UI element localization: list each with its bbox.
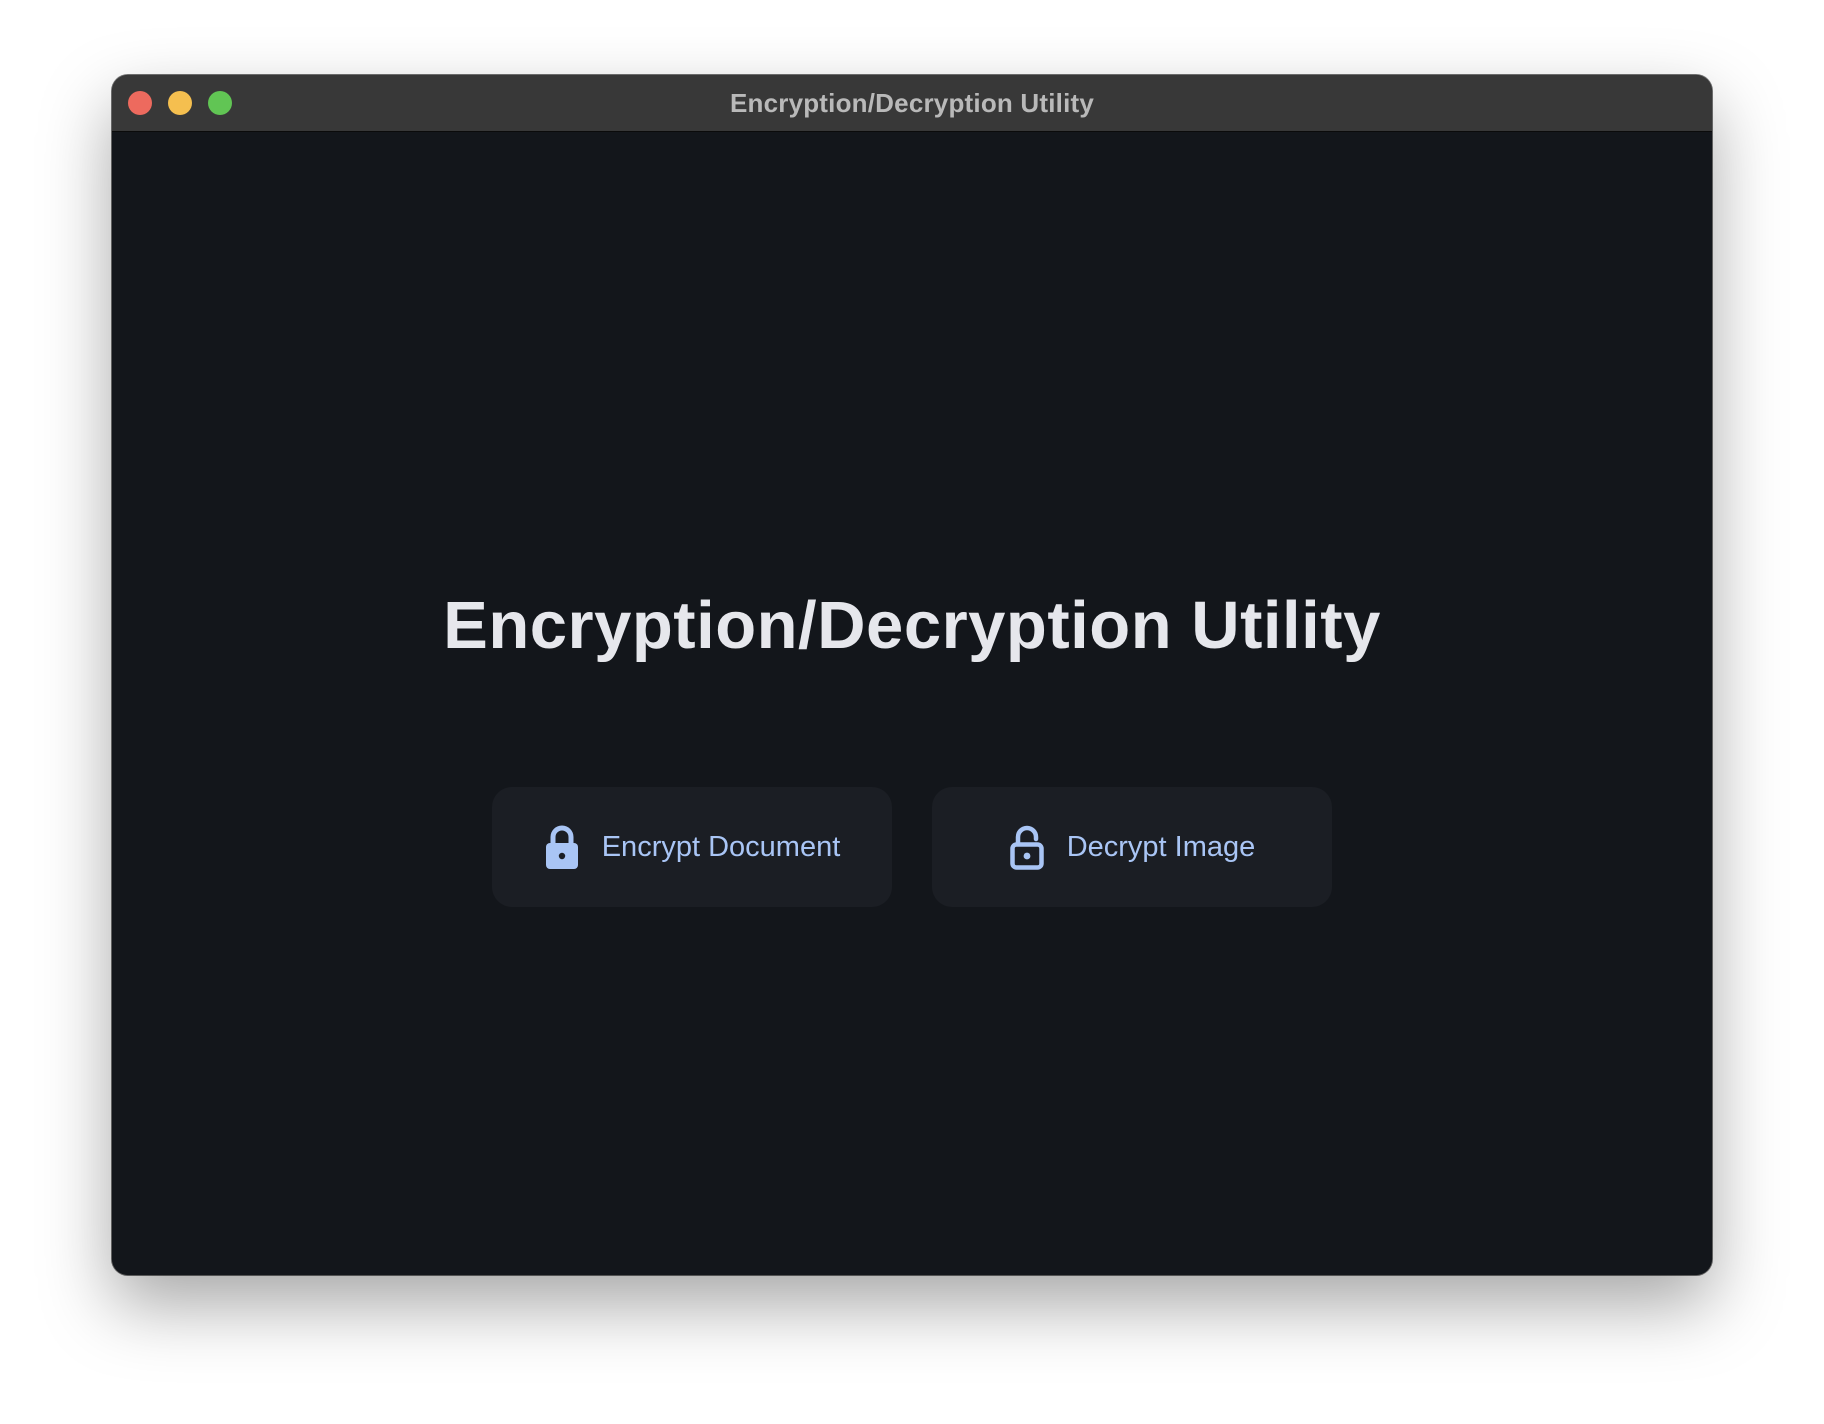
main-content: Encryption/Decryption Utility Encrypt Do… xyxy=(112,132,1712,1275)
minimize-window-button[interactable] xyxy=(168,91,192,115)
window-title: Encryption/Decryption Utility xyxy=(729,87,1095,118)
title-bar[interactable]: Encryption/Decryption Utility xyxy=(112,75,1712,132)
decrypt-image-label: Decrypt Image xyxy=(1066,830,1256,863)
lock-open-icon xyxy=(1009,824,1045,870)
zoom-window-button[interactable] xyxy=(208,91,232,115)
encrypt-document-button[interactable]: Encrypt Document xyxy=(492,787,892,907)
app-window: Encryption/Decryption Utility Encryption… xyxy=(112,75,1712,1275)
decrypt-image-button[interactable]: Decrypt Image xyxy=(932,787,1332,907)
window-controls xyxy=(128,91,232,115)
encrypt-document-label: Encrypt Document xyxy=(601,830,841,863)
lock-closed-icon xyxy=(544,824,580,870)
close-window-button[interactable] xyxy=(128,91,152,115)
page-title: Encryption/Decryption Utility xyxy=(443,588,1381,663)
